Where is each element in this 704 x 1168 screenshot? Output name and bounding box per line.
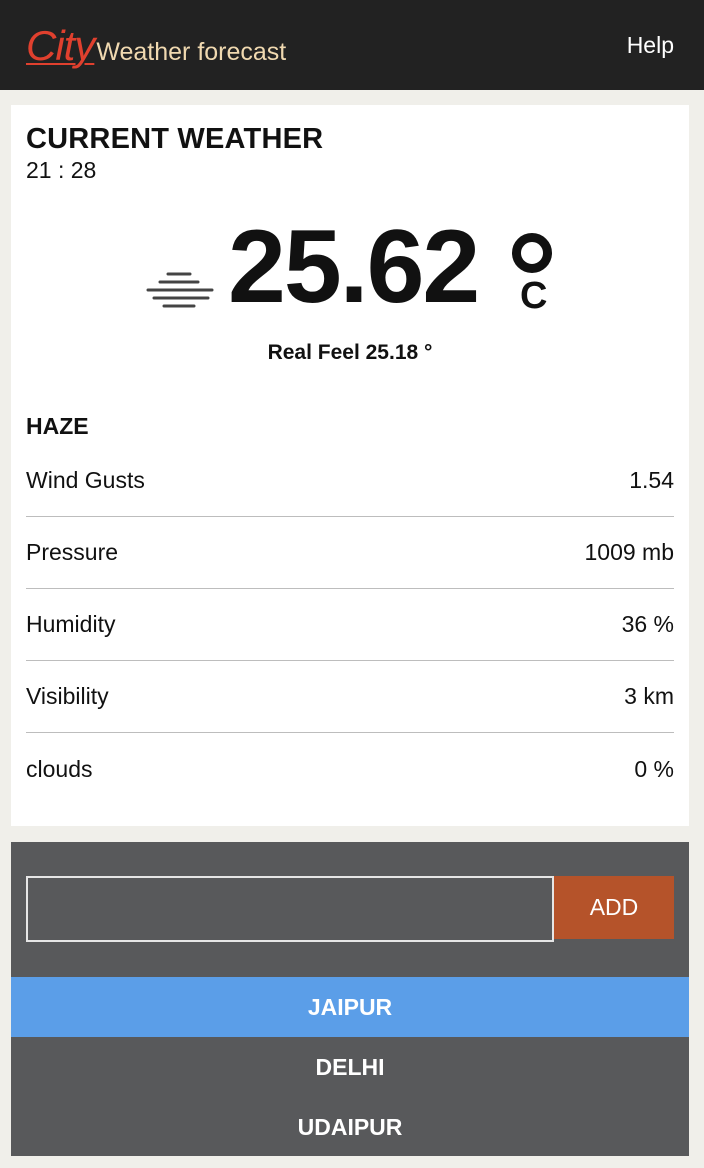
- haze-icon: [146, 272, 214, 308]
- add-city-button[interactable]: ADD: [554, 876, 674, 939]
- city-item-delhi[interactable]: DELHI: [11, 1037, 689, 1097]
- city-input[interactable]: [26, 876, 554, 942]
- city-list: JAIPUR DELHI UDAIPUR: [11, 977, 689, 1157]
- current-weather-title: CURRENT WEATHER: [26, 123, 324, 155]
- temperature-display: 25.62 C: [146, 215, 576, 335]
- detail-label: clouds: [26, 755, 93, 782]
- detail-row-visibility: Visibility 3 km: [26, 661, 674, 733]
- detail-label: Wind Gusts: [26, 467, 145, 493]
- detail-label: Pressure: [26, 539, 119, 565]
- temperature-unit: C: [520, 275, 548, 317]
- detail-row-wind-gusts: Wind Gusts 1.54: [26, 445, 674, 517]
- detail-value: 3 km: [624, 683, 674, 709]
- detail-row-humidity: Humidity 36 %: [26, 589, 674, 661]
- current-weather-card: CURRENT WEATHER 21 : 28 25.62 C Real Fee…: [11, 105, 689, 826]
- detail-label: Visibility: [26, 683, 109, 709]
- city-item-jaipur[interactable]: JAIPUR: [11, 977, 689, 1037]
- brand-logo[interactable]: City Weather forecast: [26, 22, 286, 70]
- weather-details: Wind Gusts 1.54 Pressure 1009 mb Humidit…: [26, 445, 674, 805]
- degree-symbol: [512, 233, 552, 273]
- detail-label: Humidity: [26, 611, 116, 637]
- city-panel: ADD JAIPUR DELHI UDAIPUR: [11, 842, 689, 1156]
- detail-value: 36 %: [621, 611, 674, 637]
- detail-value: 1009 mb: [584, 539, 674, 565]
- help-link[interactable]: Help: [627, 32, 674, 59]
- current-time: 21 : 28: [26, 157, 97, 183]
- real-feel: Real Feel 25.18 °: [267, 341, 433, 364]
- detail-value: 0 %: [634, 755, 674, 782]
- temperature-value: 25.62: [228, 209, 480, 325]
- brand-subtitle: Weather forecast: [96, 38, 287, 66]
- brand-name: City: [26, 22, 95, 69]
- navbar: City Weather forecast Help: [0, 0, 704, 90]
- weather-condition: HAZE: [26, 413, 89, 439]
- detail-value: 1.54: [629, 467, 674, 493]
- detail-row-clouds: clouds 0 %: [26, 733, 674, 805]
- city-item-udaipur[interactable]: UDAIPUR: [11, 1097, 689, 1157]
- detail-row-pressure: Pressure 1009 mb: [26, 517, 674, 589]
